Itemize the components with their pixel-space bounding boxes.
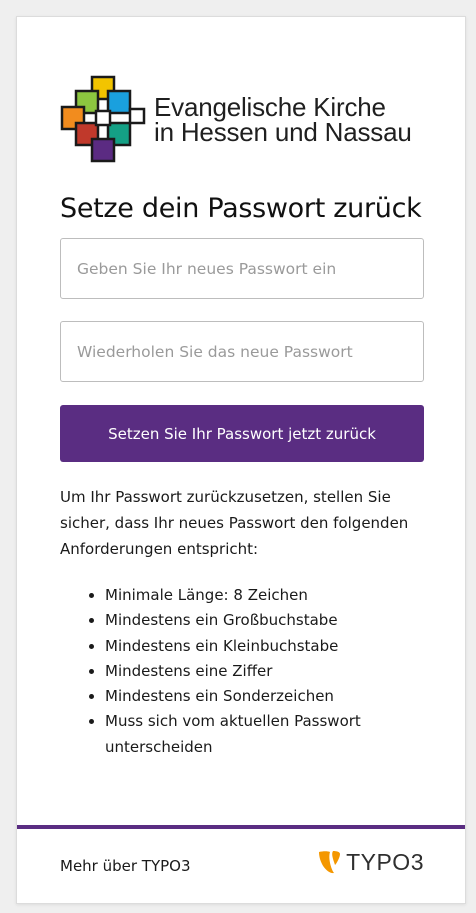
page-title: Setze dein Passwort zurück: [60, 193, 422, 224]
list-item: Mindestens ein Kleinbuchstabe: [105, 634, 425, 659]
reset-password-button[interactable]: Setzen Sie Ihr Passwort jetzt zurück: [60, 405, 424, 462]
new-password-input[interactable]: [60, 238, 424, 299]
typo3-wordmark: TYPO3: [346, 849, 424, 875]
list-item: Mindestens eine Ziffer: [105, 659, 425, 684]
repeat-password-input[interactable]: [60, 321, 424, 382]
requirements-list: Minimale Länge: 8 Zeichen Mindestens ein…: [60, 583, 425, 760]
logo-text: Evangelische Kirche in Hessen und Nassau: [154, 94, 412, 147]
requirements-intro: Um Ihr Passwort zurückzusetzen, stellen …: [60, 488, 409, 558]
typo3-icon: [319, 851, 341, 874]
typo3-brand-link[interactable]: TYPO3: [316, 849, 424, 876]
login-card: Evangelische Kirche in Hessen und Nassau…: [16, 16, 466, 904]
list-item: Minimale Länge: 8 Zeichen: [105, 583, 425, 608]
list-item: Mindestens ein Sonderzeichen: [105, 684, 425, 709]
logo-line-2: in Hessen und Nassau: [154, 117, 412, 147]
footer-divider: [17, 825, 465, 829]
logo: Evangelische Kirche in Hessen und Nassau: [60, 75, 412, 165]
ekhn-cross-logo-icon: [60, 75, 146, 163]
list-item: Mindestens ein Großbuchstabe: [105, 608, 425, 633]
list-item: Muss sich vom aktuellen Passwort untersc…: [105, 709, 425, 760]
more-about-typo3-link[interactable]: Mehr über TYPO3: [60, 857, 191, 875]
